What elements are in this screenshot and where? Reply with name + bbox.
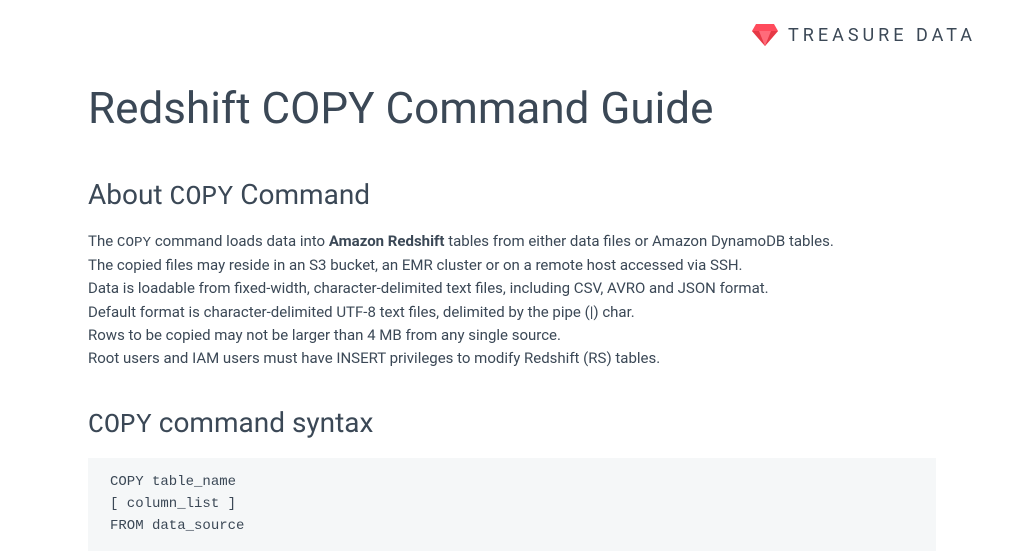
about-line: The COPY command loads data into Amazon … — [88, 230, 936, 254]
about-line: Root users and IAM users must have INSER… — [88, 347, 936, 370]
brand-logo[interactable]: TREASURE DATA — [752, 24, 976, 46]
page-title: Redshift COPY Command Guide — [88, 82, 936, 134]
inline-code: COPY — [117, 235, 151, 251]
heading-part: command syntax — [152, 406, 374, 439]
heading-part: Command — [233, 178, 370, 211]
about-body: The COPY command loads data into Amazon … — [88, 230, 936, 370]
about-heading: About COPY Command — [88, 178, 936, 212]
about-section: About COPY Command The COPY command load… — [88, 178, 936, 370]
about-line: The copied files may reside in an S3 buc… — [88, 254, 936, 277]
about-line: Default format is character-delimited UT… — [88, 301, 936, 324]
syntax-heading: COPY command syntax — [88, 406, 936, 440]
diamond-icon — [752, 24, 778, 46]
heading-code: COPY — [88, 410, 152, 440]
syntax-section: COPY command syntax COPY table_name [ co… — [88, 406, 936, 551]
brand-name: TREASURE DATA — [788, 25, 976, 46]
about-line: Data is loadable from fixed-width, chara… — [88, 277, 936, 300]
bold-text: Amazon Redshift — [329, 232, 445, 250]
heading-part: About — [88, 178, 170, 211]
about-line: Rows to be copied may not be larger than… — [88, 324, 936, 347]
content-area: Redshift COPY Command Guide About COPY C… — [0, 58, 1024, 551]
code-block: COPY table_name [ column_list ] FROM dat… — [88, 458, 936, 551]
page-header: TREASURE DATA — [0, 0, 1024, 58]
heading-code: COPY — [170, 182, 234, 212]
